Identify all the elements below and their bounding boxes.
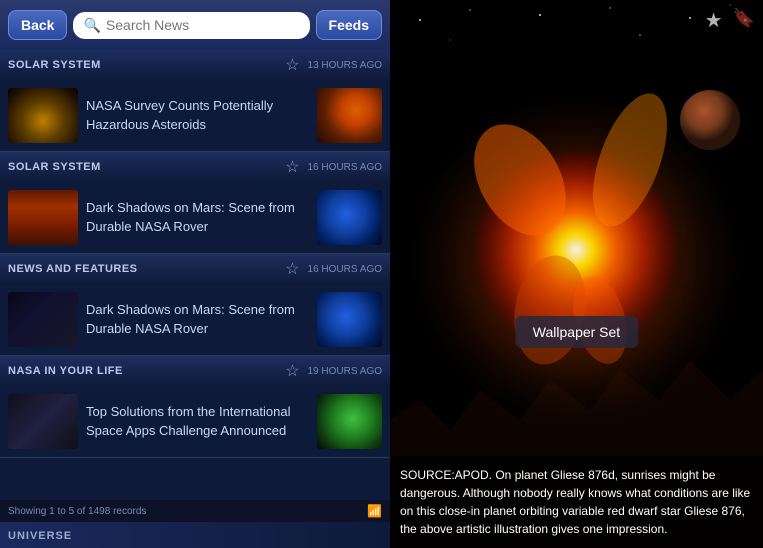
news-list: Solar System ☆ 13 HOURS AGO NASA Survey …	[0, 50, 390, 500]
time-ago-1: 13 HOURS AGO	[308, 60, 382, 71]
top-bar: Back 🔍 Feeds	[0, 0, 390, 50]
news-item-1[interactable]: NASA Survey Counts Potentially Hazardous…	[0, 80, 390, 151]
bookmark-icon[interactable]: 🔖	[733, 8, 755, 33]
time-ago-3: 16 HOURS AGO	[308, 264, 382, 275]
news-item-4[interactable]: Top Solutions from the International Spa…	[0, 386, 390, 457]
thumb-left-1	[8, 88, 78, 143]
time-ago-4: 19 HOURS AGO	[308, 366, 382, 377]
wallpaper-button[interactable]: Wallpaper Set	[515, 316, 638, 348]
news-item-2[interactable]: Dark Shadows on Mars: Scene from Durable…	[0, 182, 390, 253]
star-favorite-icon[interactable]: ★	[705, 8, 723, 33]
section-meta-2: ☆ 16 HOURS AGO	[285, 157, 382, 177]
right-panel: ★ 🔖 Wallpaper Set SOURCE:APOD. On planet…	[390, 0, 763, 548]
news-section-2: Solar System ☆ 16 HOURS AGO Dark Shadows…	[0, 152, 390, 254]
section-meta-3: ☆ 16 HOURS AGO	[285, 259, 382, 279]
universe-bar: Universe	[0, 522, 390, 548]
news-title-4: Top Solutions from the International Spa…	[86, 403, 309, 439]
back-button[interactable]: Back	[8, 10, 67, 40]
left-panel: Back 🔍 Feeds Solar System ☆ 13 HOURS AGO…	[0, 0, 390, 548]
thumb-left-2	[8, 190, 78, 245]
thumb-right-4	[317, 394, 382, 449]
section-title-3: News and Features	[8, 263, 138, 275]
news-title-2: Dark Shadows on Mars: Scene from Durable…	[86, 199, 309, 235]
universe-label: Universe	[8, 530, 72, 542]
feeds-button[interactable]: Feeds	[316, 10, 382, 40]
thumb-left-4	[8, 394, 78, 449]
star-icon-1[interactable]: ☆	[285, 55, 299, 75]
thumb-right-2	[317, 190, 382, 245]
time-ago-2: 16 HOURS AGO	[308, 162, 382, 173]
star-icon-4[interactable]: ☆	[285, 361, 299, 381]
news-title-1: NASA Survey Counts Potentially Hazardous…	[86, 97, 309, 133]
space-background: ★ 🔖 Wallpaper Set SOURCE:APOD. On planet…	[390, 0, 763, 548]
search-icon: 🔍	[83, 17, 100, 34]
top-icons: ★ 🔖	[705, 8, 755, 33]
description-panel: SOURCE:APOD. On planet Gliese 876d, sunr…	[390, 456, 763, 548]
status-bar: Showing 1 to 5 of 1498 records 📶	[0, 500, 390, 522]
search-input[interactable]	[106, 17, 300, 33]
news-section-3: News and Features ☆ 16 HOURS AGO Dark Sh…	[0, 254, 390, 356]
news-section-1: Solar System ☆ 13 HOURS AGO NASA Survey …	[0, 50, 390, 152]
status-text: Showing 1 to 5 of 1498 records	[8, 506, 146, 517]
star-icon-3[interactable]: ☆	[285, 259, 299, 279]
section-header-4: NASA in Your Life ☆ 19 HOURS AGO	[0, 356, 390, 386]
section-header-2: Solar System ☆ 16 HOURS AGO	[0, 152, 390, 182]
wifi-icon: 📶	[367, 504, 382, 518]
thumb-right-3	[317, 292, 382, 347]
thumb-right-1	[317, 88, 382, 143]
section-meta-1: ☆ 13 HOURS AGO	[285, 55, 382, 75]
star-icon-2[interactable]: ☆	[285, 157, 299, 177]
section-header-1: Solar System ☆ 13 HOURS AGO	[0, 50, 390, 80]
section-title-4: NASA in Your Life	[8, 365, 123, 377]
section-header-3: News and Features ☆ 16 HOURS AGO	[0, 254, 390, 284]
news-section-4: NASA in Your Life ☆ 19 HOURS AGO Top Sol…	[0, 356, 390, 458]
search-bar: 🔍	[73, 12, 309, 39]
description-text: SOURCE:APOD. On planet Gliese 876d, sunr…	[400, 468, 750, 536]
thumb-left-3	[8, 292, 78, 347]
news-item-3[interactable]: Dark Shadows on Mars: Scene from Durable…	[0, 284, 390, 355]
section-meta-4: ☆ 19 HOURS AGO	[285, 361, 382, 381]
section-title-1: Solar System	[8, 59, 101, 71]
news-title-3: Dark Shadows on Mars: Scene from Durable…	[86, 301, 309, 337]
section-title-2: Solar System	[8, 161, 101, 173]
